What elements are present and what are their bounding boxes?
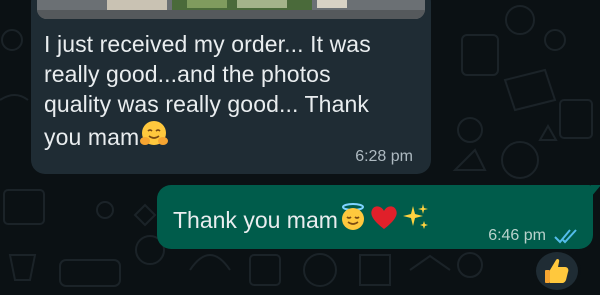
read-double-check-icon [554,229,577,244]
smiling-face-with-halo-emoji [341,203,364,230]
message-line: I just received my order... It was [44,31,371,57]
bubble-tail [591,185,600,197]
message-reaction[interactable] [533,249,581,293]
incoming-message-bubble[interactable]: I just received my order... It was reall… [31,0,431,174]
outgoing-message-bubble[interactable]: Thank you mam 6:46 pm [157,185,600,249]
outgoing-message-text: Thank you mam [173,202,430,235]
message-text: Thank you mam [173,207,338,233]
red-heart-emoji [371,206,397,229]
incoming-message-text: I just received my order... It was reall… [44,29,424,152]
message-timestamp: 6:28 pm [355,148,413,165]
attached-photo-preview[interactable] [37,0,425,19]
message-line: really good...and the photos [44,61,331,87]
thumbs-up-emoji [545,258,569,283]
photo-image [37,0,425,19]
message-line: quality was really good... Thank [44,91,369,117]
hugging-face-emoji [140,121,169,145]
sparkles-emoji [402,204,428,229]
message-timestamp: 6:46 pm [488,227,546,244]
